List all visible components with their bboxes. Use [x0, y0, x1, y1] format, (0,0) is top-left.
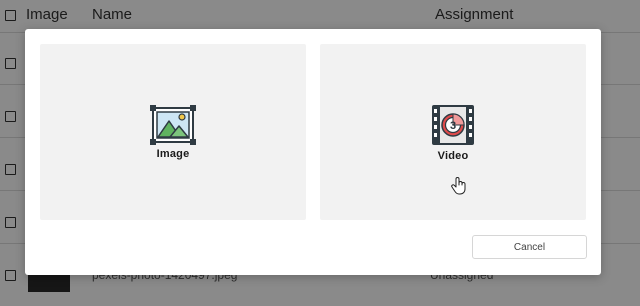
image-icon [150, 104, 196, 145]
hand-pointer-icon [451, 176, 467, 201]
image-option-label: Image [156, 147, 190, 160]
cancel-button[interactable]: Cancel [472, 235, 587, 259]
video-option-label: Video [437, 149, 469, 162]
video-icon: 3 [430, 103, 476, 147]
image-option-card[interactable]: Image [40, 44, 306, 220]
media-type-modal: Image 3 Video Cancel [25, 29, 601, 275]
svg-text:3: 3 [450, 120, 456, 132]
